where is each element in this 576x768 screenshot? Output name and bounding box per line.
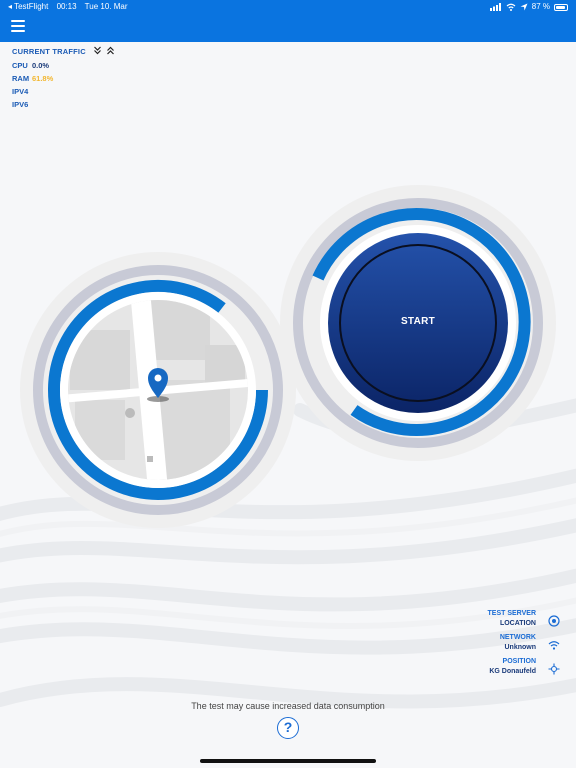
test-server-label: TEST SERVER	[487, 610, 537, 617]
hamburger-icon[interactable]	[11, 20, 25, 32]
wifi-status-icon	[506, 3, 516, 11]
start-label[interactable]: START	[338, 316, 498, 327]
info-network: NETWORK Unknown	[382, 634, 562, 658]
position-value: KG Donaufeld	[489, 668, 536, 675]
measurement-gauges	[20, 185, 556, 528]
position-label: POSITION	[502, 658, 536, 665]
traffic-key: RAM	[12, 74, 30, 83]
crosshair-icon	[548, 663, 560, 675]
home-indicator	[200, 759, 376, 763]
traffic-row-ipv6: IPV6	[12, 100, 115, 109]
current-traffic-title: CURRENT TRAFFIC	[12, 47, 86, 56]
test-server-value: LOCATION	[499, 620, 536, 627]
status-bar: ◂ TestFlight 00:13 Tue 10. Mar 87 %	[0, 0, 576, 14]
traffic-value: 0.0%	[32, 61, 50, 70]
app-header: ◂ TestFlight 00:13 Tue 10. Mar 87 %	[0, 0, 576, 42]
status-date: Tue 10. Mar	[84, 2, 128, 11]
traffic-key: IPV6	[12, 100, 29, 109]
chevron-double-down-icon[interactable]	[93, 46, 102, 57]
data-consumption-notice: The test may cause increased data consum…	[191, 701, 385, 711]
traffic-key: IPV4	[12, 87, 29, 96]
network-value: Unknown	[504, 644, 537, 651]
chevron-double-up-icon[interactable]	[106, 46, 115, 57]
traffic-row-cpu: CPU 0.0%	[12, 61, 115, 70]
map-pin-icon	[147, 368, 169, 402]
battery-icon	[554, 3, 568, 11]
map-gauge	[20, 252, 296, 528]
back-to-app-link[interactable]: ◂ TestFlight	[8, 2, 48, 11]
status-time: 00:13	[56, 2, 77, 11]
battery-percent: 87 %	[531, 2, 550, 11]
status-left: ◂ TestFlight 00:13 Tue 10. Mar	[8, 0, 134, 14]
info-panel: TEST SERVER LOCATION NETWORK Unknown POS…	[382, 610, 562, 682]
traffic-key: CPU	[12, 61, 28, 70]
location-arrow-icon	[520, 3, 528, 11]
info-test-server[interactable]: TEST SERVER LOCATION	[382, 610, 562, 634]
target-icon	[548, 615, 560, 627]
help-button[interactable]: ?	[277, 717, 299, 739]
network-label: NETWORK	[499, 634, 536, 641]
traffic-row-ram: RAM 61.8%	[12, 74, 115, 83]
traffic-row-ipv4: IPV4	[12, 87, 115, 96]
current-traffic-panel: CURRENT TRAFFIC CPU 0.0% RAM 61.8% IPV4 …	[12, 46, 115, 109]
info-position: POSITION KG Donaufeld	[382, 658, 562, 682]
current-traffic-header: CURRENT TRAFFIC	[12, 46, 115, 57]
traffic-value: 61.8%	[32, 74, 54, 83]
signal-icon	[489, 3, 501, 11]
status-right: 87 %	[489, 0, 568, 14]
wifi-icon	[548, 641, 560, 650]
